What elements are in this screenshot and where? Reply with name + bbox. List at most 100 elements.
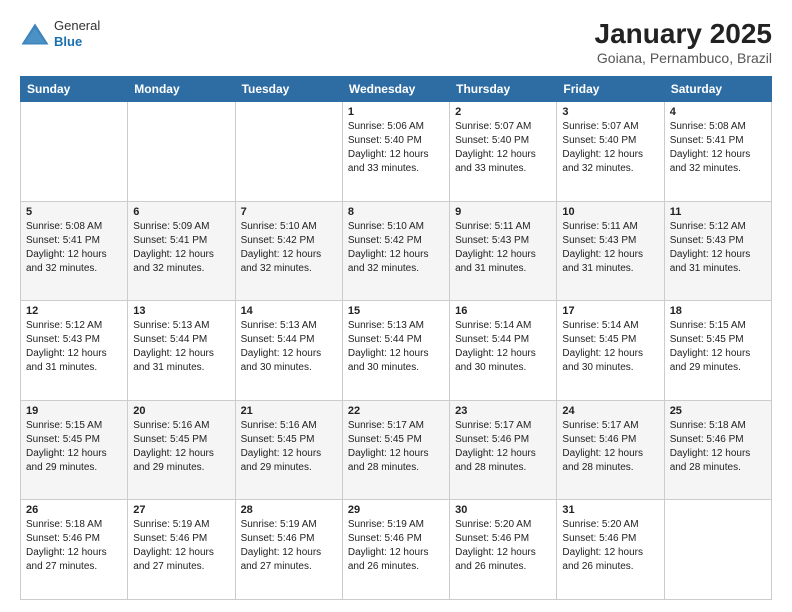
calendar-cell: 2Sunrise: 5:07 AMSunset: 5:40 PMDaylight… [450, 102, 557, 202]
calendar-cell: 6 Sunrise: 5:09 AMSunset: 5:41 PMDaylight… [128, 201, 235, 301]
calendar-cell: 10Sunrise: 5:11 AMSunset: 5:43 PMDayligh… [557, 201, 664, 301]
day-info: Sunrise: 5:08 AMSunset: 5:41 PMDaylight:… [670, 120, 766, 176]
logo-general: General [54, 18, 100, 34]
day-info: Sunrise: 5:15 AMSunset: 5:45 PMDaylight:… [26, 419, 122, 475]
calendar-cell: 19 Sunrise: 5:15 AMSunset: 5:45 PMDayligh… [21, 400, 128, 500]
day-info: Sunrise: 5:13 AMSunset: 5:44 PMDaylight:… [133, 319, 229, 375]
title-section: January 2025 Goiana, Pernambuco, Brazil [595, 18, 772, 66]
calendar-cell: 25 Sunrise: 5:18 AMSunset: 5:46 PMDayligh… [664, 400, 771, 500]
day-info: Sunrise: 5:18 AMSunset: 5:46 PMDaylight:… [26, 518, 122, 574]
day-number: 22 [348, 405, 444, 417]
day-number: 23 [455, 405, 551, 417]
calendar-cell: 8 Sunrise: 5:10 AMSunset: 5:42 PMDaylight… [342, 201, 449, 301]
calendar-cell: 24 Sunrise: 5:17 AMSunset: 5:46 PMDayligh… [557, 400, 664, 500]
calendar-cell: 21 Sunrise: 5:16 AMSunset: 5:45 PMDayligh… [235, 400, 342, 500]
day-number: 12 [26, 305, 122, 317]
calendar-cell: 3 Sunrise: 5:07 AMSunset: 5:40 PMDaylight… [557, 102, 664, 202]
day-number: 1 [348, 106, 444, 118]
day-number: 21 [241, 405, 337, 417]
day-info: Sunrise: 5:10 AMSunset: 5:42 PMDaylight:… [348, 220, 444, 276]
calendar-week-1: 1 Sunrise: 5:06 AMSunset: 5:40 PMDaylight… [21, 102, 772, 202]
calendar-cell: 14 Sunrise: 5:13 AMSunset: 5:44 PMDayligh… [235, 301, 342, 401]
day-number: 17 [562, 305, 658, 317]
day-info: Sunrise: 5:16 AMSunset: 5:45 PMDaylight:… [241, 419, 337, 475]
day-info: Sunrise: 5:13 AMSunset: 5:44 PMDaylight:… [241, 319, 337, 375]
calendar-header-tuesday: Tuesday [235, 77, 342, 102]
calendar-week-3: 12 Sunrise: 5:12 AMSunset: 5:43 PMDayligh… [21, 301, 772, 401]
day-info: Sunrise: 5:19 AMSunset: 5:46 PMDaylight:… [348, 518, 444, 574]
day-number: 10 [562, 206, 658, 218]
calendar-cell: 31Sunrise: 5:20 AMSunset: 5:46 PMDayligh… [557, 500, 664, 600]
calendar-week-2: 5 Sunrise: 5:08 AMSunset: 5:41 PMDaylight… [21, 201, 772, 301]
calendar-header-thursday: Thursday [450, 77, 557, 102]
calendar-cell: 23Sunrise: 5:17 AMSunset: 5:46 PMDayligh… [450, 400, 557, 500]
day-number: 31 [562, 504, 658, 516]
top-section: General Blue January 2025 Goiana, Pernam… [20, 18, 772, 66]
day-number: 14 [241, 305, 337, 317]
calendar-cell: 1 Sunrise: 5:06 AMSunset: 5:40 PMDaylight… [342, 102, 449, 202]
calendar-cell: 7 Sunrise: 5:10 AMSunset: 5:42 PMDaylight… [235, 201, 342, 301]
calendar-cell: 27 Sunrise: 5:19 AMSunset: 5:46 PMDayligh… [128, 500, 235, 600]
day-info: Sunrise: 5:07 AMSunset: 5:40 PMDaylight:… [562, 120, 658, 176]
page: General Blue January 2025 Goiana, Pernam… [0, 0, 792, 612]
calendar-header-wednesday: Wednesday [342, 77, 449, 102]
subtitle: Goiana, Pernambuco, Brazil [595, 50, 772, 66]
calendar-cell [664, 500, 771, 600]
calendar-header-monday: Monday [128, 77, 235, 102]
day-info: Sunrise: 5:11 AMSunset: 5:43 PMDaylight:… [455, 220, 551, 276]
day-number: 24 [562, 405, 658, 417]
day-number: 11 [670, 206, 766, 218]
day-number: 6 [133, 206, 229, 218]
day-info: Sunrise: 5:18 AMSunset: 5:46 PMDaylight:… [670, 419, 766, 475]
calendar-cell: 13Sunrise: 5:13 AMSunset: 5:44 PMDayligh… [128, 301, 235, 401]
day-info: Sunrise: 5:17 AMSunset: 5:46 PMDaylight:… [562, 419, 658, 475]
calendar-week-5: 26 Sunrise: 5:18 AMSunset: 5:46 PMDayligh… [21, 500, 772, 600]
day-info: Sunrise: 5:09 AMSunset: 5:41 PMDaylight:… [133, 220, 229, 276]
day-info: Sunrise: 5:16 AMSunset: 5:45 PMDaylight:… [133, 419, 229, 475]
calendar-cell [128, 102, 235, 202]
day-number: 9 [455, 206, 551, 218]
day-number: 5 [26, 206, 122, 218]
day-info: Sunrise: 5:12 AMSunset: 5:43 PMDaylight:… [26, 319, 122, 375]
day-number: 25 [670, 405, 766, 417]
day-number: 4 [670, 106, 766, 118]
day-info: Sunrise: 5:12 AMSunset: 5:43 PMDaylight:… [670, 220, 766, 276]
day-info: Sunrise: 5:19 AMSunset: 5:46 PMDaylight:… [133, 518, 229, 574]
calendar-cell [21, 102, 128, 202]
calendar-header-friday: Friday [557, 77, 664, 102]
day-number: 29 [348, 504, 444, 516]
day-info: Sunrise: 5:14 AMSunset: 5:45 PMDaylight:… [562, 319, 658, 375]
day-number: 19 [26, 405, 122, 417]
day-number: 15 [348, 305, 444, 317]
day-info: Sunrise: 5:10 AMSunset: 5:42 PMDaylight:… [241, 220, 337, 276]
calendar-cell: 11 Sunrise: 5:12 AMSunset: 5:43 PMDayligh… [664, 201, 771, 301]
calendar-cell: 17 Sunrise: 5:14 AMSunset: 5:45 PMDayligh… [557, 301, 664, 401]
calendar-header-sunday: Sunday [21, 77, 128, 102]
logo-icon [20, 19, 50, 49]
day-number: 30 [455, 504, 551, 516]
calendar-cell: 29 Sunrise: 5:19 AMSunset: 5:46 PMDayligh… [342, 500, 449, 600]
day-info: Sunrise: 5:07 AMSunset: 5:40 PMDaylight:… [455, 120, 551, 176]
calendar-cell: 9 Sunrise: 5:11 AMSunset: 5:43 PMDaylight… [450, 201, 557, 301]
day-info: Sunrise: 5:20 AMSunset: 5:46 PMDaylight:… [455, 518, 551, 574]
calendar-cell: 30 Sunrise: 5:20 AMSunset: 5:46 PMDayligh… [450, 500, 557, 600]
day-info: Sunrise: 5:17 AMSunset: 5:45 PMDaylight:… [348, 419, 444, 475]
calendar-cell: 22 Sunrise: 5:17 AMSunset: 5:45 PMDayligh… [342, 400, 449, 500]
calendar: SundayMondayTuesdayWednesdayThursdayFrid… [20, 76, 772, 600]
calendar-header-row: SundayMondayTuesdayWednesdayThursdayFrid… [21, 77, 772, 102]
main-title: January 2025 [595, 18, 772, 50]
calendar-cell: 12 Sunrise: 5:12 AMSunset: 5:43 PMDayligh… [21, 301, 128, 401]
day-info: Sunrise: 5:13 AMSunset: 5:44 PMDaylight:… [348, 319, 444, 375]
day-info: Sunrise: 5:08 AMSunset: 5:41 PMDaylight:… [26, 220, 122, 276]
day-number: 27 [133, 504, 229, 516]
day-number: 26 [26, 504, 122, 516]
day-info: Sunrise: 5:06 AMSunset: 5:40 PMDaylight:… [348, 120, 444, 176]
day-number: 3 [562, 106, 658, 118]
day-info: Sunrise: 5:15 AMSunset: 5:45 PMDaylight:… [670, 319, 766, 375]
day-number: 7 [241, 206, 337, 218]
calendar-cell: 28Sunrise: 5:19 AMSunset: 5:46 PMDayligh… [235, 500, 342, 600]
logo-blue: Blue [54, 34, 100, 50]
day-number: 8 [348, 206, 444, 218]
calendar-cell: 5 Sunrise: 5:08 AMSunset: 5:41 PMDaylight… [21, 201, 128, 301]
calendar-cell: 26 Sunrise: 5:18 AMSunset: 5:46 PMDayligh… [21, 500, 128, 600]
